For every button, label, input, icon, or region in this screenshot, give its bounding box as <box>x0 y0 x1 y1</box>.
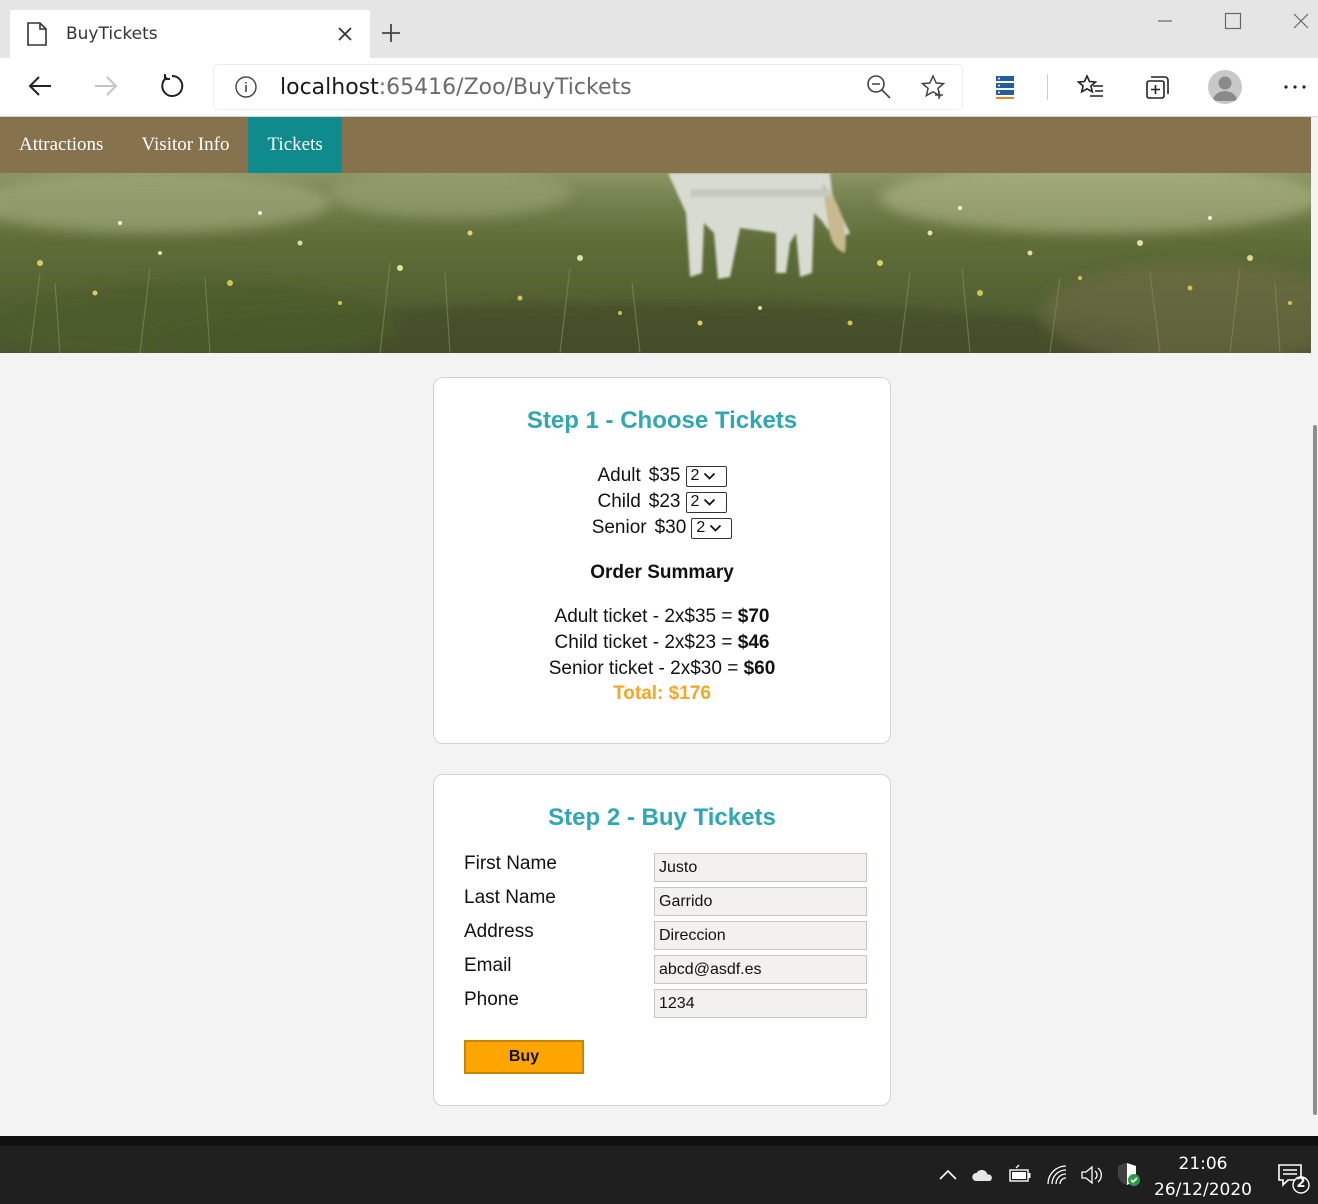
back-icon[interactable] <box>26 72 54 100</box>
form-row-phone: Phone <box>464 989 867 1023</box>
close-icon[interactable] <box>336 25 354 43</box>
email-field[interactable] <box>654 955 867 984</box>
ticket-price: $30 <box>654 517 687 538</box>
senior-quantity-select[interactable]: 2 <box>691 517 733 539</box>
wifi-icon[interactable] <box>1045 1164 1069 1186</box>
hero-image <box>0 173 1311 353</box>
plus-icon[interactable] <box>380 22 402 44</box>
form-row-email: Email <box>464 955 867 989</box>
chevron-down-icon <box>710 524 722 532</box>
url-text[interactable]: localhost:65416/Zoo/BuyTickets <box>280 75 866 100</box>
taskbar: 21:06 26/12/2020 2 <box>0 1146 1318 1204</box>
refresh-icon[interactable] <box>158 72 186 100</box>
summary-line-amount: $46 <box>737 632 770 653</box>
browser-tab[interactable]: BuyTickets <box>10 10 370 58</box>
step2-title: Step 2 - Buy Tickets <box>548 804 776 831</box>
page-scrollbar[interactable] <box>1311 117 1318 1137</box>
ticket-label: Child <box>597 491 641 512</box>
first-name-label: First Name <box>464 853 557 874</box>
summary-line-senior: Senior ticket - 2x$30 = $60 <box>434 656 890 682</box>
phone-field[interactable] <box>654 989 867 1018</box>
info-icon[interactable] <box>234 75 258 99</box>
scrollbar-thumb[interactable] <box>1313 425 1317 1115</box>
page-icon <box>27 22 47 46</box>
toolbar-separator <box>1047 74 1048 100</box>
email-label: Email <box>464 955 512 976</box>
security-icon[interactable] <box>1115 1161 1141 1187</box>
last-name-label: Last Name <box>464 887 556 908</box>
extension-icon[interactable] <box>990 72 1020 102</box>
clock-date: 26/12/2020 <box>1154 1180 1252 1200</box>
summary-line-text: Adult ticket - 2x$35 = <box>554 606 738 627</box>
selected-quantity: 2 <box>690 467 700 484</box>
order-total: Total: $176 <box>613 683 711 704</box>
more-icon[interactable] <box>1280 72 1310 102</box>
summary-line-child: Child ticket - 2x$23 = $46 <box>434 630 890 656</box>
form-row-address: Address <box>464 921 867 955</box>
browser-tab-bar: BuyTickets <box>0 0 1318 58</box>
chevron-up-icon[interactable] <box>936 1164 960 1186</box>
address-bar: localhost:65416/Zoo/BuyTickets <box>0 58 1318 117</box>
step1-card: Step 1 - Choose Tickets Adult $35 2 Chil… <box>433 377 891 744</box>
site-nav: Attractions Visitor Info Tickets <box>0 117 1311 173</box>
notification-count: 2 <box>1296 1176 1306 1191</box>
battery-icon[interactable] <box>1008 1164 1032 1186</box>
onedrive-icon[interactable] <box>971 1164 995 1186</box>
selected-quantity: 2 <box>696 519 706 536</box>
meadow-horse-image <box>0 173 1311 353</box>
ticket-price: $35 <box>648 465 681 486</box>
summary-line-text: Senior ticket - 2x$30 = <box>548 658 744 679</box>
notification-center[interactable]: 2 <box>1276 1160 1310 1194</box>
summary-line-amount: $60 <box>743 658 776 679</box>
order-summary-lines: Adult ticket - 2x$35 = $70 Child ticket … <box>434 604 890 682</box>
maximize-icon[interactable] <box>1224 12 1242 30</box>
ticket-row-senior: Senior $30 2 <box>592 515 733 541</box>
system-clock[interactable]: 21:06 26/12/2020 <box>1150 1153 1256 1201</box>
last-name-field[interactable] <box>654 887 867 916</box>
address-label: Address <box>464 921 534 942</box>
profile-icon[interactable] <box>1208 70 1242 104</box>
url-bar[interactable]: localhost:65416/Zoo/BuyTickets <box>214 65 962 109</box>
child-quantity-select[interactable]: 2 <box>685 491 727 513</box>
ticket-selector: Adult $35 2 Child $23 2 Senior $30 2 <box>434 463 890 541</box>
minimize-icon[interactable] <box>1156 12 1174 30</box>
form-row-last-name: Last Name <box>464 887 867 921</box>
chevron-down-icon <box>704 498 716 506</box>
adult-quantity-select[interactable]: 2 <box>685 465 727 487</box>
ticket-label: Senior <box>591 517 647 538</box>
buyer-form: First Name Last Name Address Email Phone <box>434 853 890 1023</box>
favorite-icon[interactable] <box>920 74 946 100</box>
collections-icon[interactable] <box>1142 72 1172 102</box>
chevron-down-icon <box>704 472 716 480</box>
ticket-row-child: Child $23 2 <box>597 489 727 515</box>
nav-visitor-info[interactable]: Visitor Info <box>122 117 248 173</box>
url-host: localhost <box>280 74 379 100</box>
nav-tickets[interactable]: Tickets <box>248 117 342 173</box>
favorites-list-icon[interactable] <box>1076 72 1106 102</box>
ticket-label: Adult <box>597 465 641 486</box>
ticket-row-adult: Adult $35 2 <box>597 463 727 489</box>
form-row-first-name: First Name <box>464 853 867 887</box>
zoom-icon[interactable] <box>866 74 892 100</box>
phone-label: Phone <box>464 989 519 1010</box>
address-field[interactable] <box>654 921 867 950</box>
nav-attractions[interactable]: Attractions <box>0 117 122 173</box>
first-name-field[interactable] <box>654 853 867 882</box>
step1-title: Step 1 - Choose Tickets <box>526 407 798 434</box>
clock-time: 21:06 <box>1178 1154 1228 1174</box>
summary-line-amount: $70 <box>737 606 770 627</box>
step2-card: Step 2 - Buy Tickets First Name Last Nam… <box>433 774 891 1106</box>
selected-quantity: 2 <box>690 493 700 510</box>
order-summary-title: Order Summary <box>590 562 734 583</box>
tab-title: BuyTickets <box>66 24 158 44</box>
summary-line-adult: Adult ticket - 2x$35 = $70 <box>434 604 890 630</box>
summary-line-text: Child ticket - 2x$23 = <box>554 632 738 653</box>
url-path: :65416/Zoo/BuyTickets <box>378 74 632 100</box>
volume-icon[interactable] <box>1080 1164 1104 1186</box>
forward-icon[interactable] <box>92 72 120 100</box>
page-bottom-edge <box>0 1136 1318 1146</box>
buy-button[interactable]: Buy <box>464 1040 584 1074</box>
window-close-icon[interactable] <box>1292 12 1310 30</box>
ticket-price: $23 <box>648 491 681 512</box>
